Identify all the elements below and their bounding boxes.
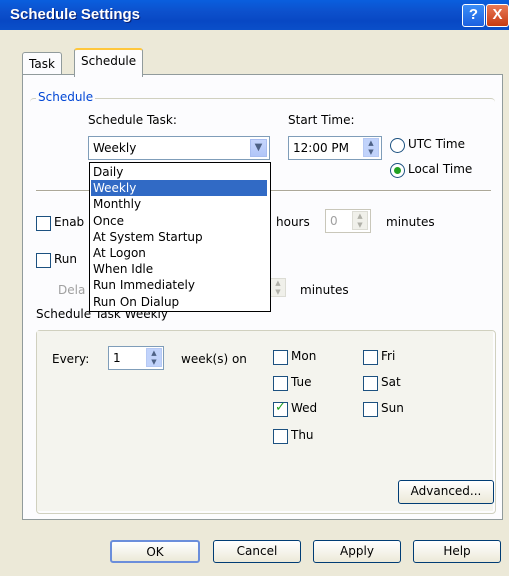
spin-up-icon: ▲ — [151, 349, 157, 357]
cancel-button[interactable]: Cancel — [213, 540, 301, 563]
delay-spinner[interactable]: ▲ ▼ — [270, 278, 286, 297]
enable-label: Enab — [54, 215, 85, 229]
tab-schedule-label: Schedule — [81, 54, 137, 68]
schedule-task-select[interactable]: Weekly — [88, 136, 270, 160]
window-title: Schedule Settings — [10, 6, 141, 23]
chevron-down-icon: ▼ — [254, 142, 263, 153]
tab-schedule[interactable]: Schedule — [74, 48, 144, 77]
start-time-label: Start Time: — [288, 113, 355, 127]
day-wed-label: Wed — [291, 401, 318, 415]
enable-checkbox[interactable] — [36, 216, 51, 231]
every-label: Every: — [52, 352, 90, 366]
day-mon-checkbox[interactable] — [273, 350, 288, 365]
day-thu-label: Thu — [291, 428, 314, 442]
day-fri-label: Fri — [381, 349, 396, 363]
dropdown-option[interactable]: Once — [91, 213, 267, 229]
tab-task[interactable]: Task — [22, 52, 62, 75]
schedule-task-dropdown-list: Daily Weekly Monthly Once At System Startup A… — [89, 162, 271, 312]
day-tue-label: Tue — [291, 375, 312, 389]
run-checkbox[interactable] — [36, 253, 51, 268]
idle-minutes-value: 0 — [330, 214, 338, 228]
help-button-label: Help — [443, 544, 471, 558]
delay-label: Dela — [58, 283, 86, 297]
advanced-button-label: Advanced... — [410, 484, 482, 498]
dropdown-option[interactable]: At Logon — [91, 245, 267, 261]
local-time-label: Local Time — [408, 162, 473, 176]
day-sat-checkbox[interactable] — [363, 376, 378, 391]
delay-minutes-label: minutes — [300, 283, 349, 297]
cancel-button-label: Cancel — [236, 544, 278, 558]
spin-up-icon: ▲ — [368, 139, 374, 147]
close-button[interactable]: X — [486, 4, 509, 27]
hours-label: hours — [276, 215, 310, 229]
advanced-button[interactable]: Advanced... — [398, 480, 494, 504]
dropdown-option[interactable]: Monthly — [91, 196, 267, 212]
day-fri-checkbox[interactable] — [363, 350, 378, 365]
spin-down-icon: ▼ — [368, 148, 374, 156]
tab-task-label: Task — [29, 57, 55, 71]
idle-minutes-spinner[interactable]: ▲ ▼ — [352, 211, 368, 230]
schedule-settings-window: Schedule Settings ? X Task Schedule Sche… — [0, 0, 509, 576]
weeks-on-label: week(s) on — [181, 352, 247, 366]
schedule-task-value: Weekly — [93, 141, 137, 155]
utc-time-radio[interactable] — [390, 138, 405, 153]
spin-down-icon: ▼ — [151, 358, 157, 366]
help-button[interactable]: Help — [413, 540, 501, 563]
every-weeks-spinner[interactable]: ▲ ▼ — [146, 348, 162, 367]
dropdown-option[interactable]: At System Startup — [91, 229, 267, 245]
dropdown-option[interactable]: Run On Dialup — [91, 294, 267, 310]
dropdown-option[interactable]: When Idle — [91, 261, 267, 277]
spin-down-icon: ▼ — [275, 288, 281, 296]
apply-button-label: Apply — [340, 544, 374, 558]
day-sun-checkbox[interactable] — [363, 402, 378, 417]
ok-button-label: OK — [146, 545, 164, 559]
ok-button[interactable]: OK — [110, 540, 200, 563]
dropdown-option[interactable]: Run Immediately — [91, 277, 267, 293]
day-thu-checkbox[interactable] — [273, 429, 288, 444]
dropdown-option[interactable]: Weekly — [91, 180, 267, 197]
run-label: Run — [54, 252, 78, 266]
start-time-spinner[interactable]: ▲ ▼ — [363, 138, 379, 157]
day-sun-label: Sun — [381, 401, 404, 415]
schedule-task-label: Schedule Task: — [88, 113, 177, 127]
title-bar[interactable]: Schedule Settings ? X — [0, 0, 509, 30]
help-icon: ? — [468, 6, 479, 23]
start-time-value: 12:00 PM — [293, 141, 349, 155]
every-weeks-value: 1 — [113, 351, 121, 365]
day-tue-checkbox[interactable] — [273, 376, 288, 391]
spin-down-icon: ▼ — [357, 221, 363, 229]
enable-minutes-label: minutes — [386, 215, 435, 229]
spin-up-icon: ▲ — [275, 279, 281, 287]
schedule-task-dropdown-button[interactable]: ▼ — [250, 139, 267, 157]
utc-time-label: UTC Time — [408, 137, 465, 151]
schedule-group-label: Schedule — [36, 90, 96, 104]
help-title-button[interactable]: ? — [462, 4, 485, 27]
spin-up-icon: ▲ — [357, 212, 363, 220]
day-sat-label: Sat — [381, 375, 401, 389]
day-wed-checkbox[interactable] — [273, 400, 288, 417]
close-icon: X — [492, 6, 503, 23]
dropdown-option[interactable]: Daily — [91, 164, 267, 180]
day-mon-label: Mon — [291, 349, 317, 363]
apply-button[interactable]: Apply — [313, 540, 401, 563]
local-time-radio[interactable] — [390, 163, 405, 178]
